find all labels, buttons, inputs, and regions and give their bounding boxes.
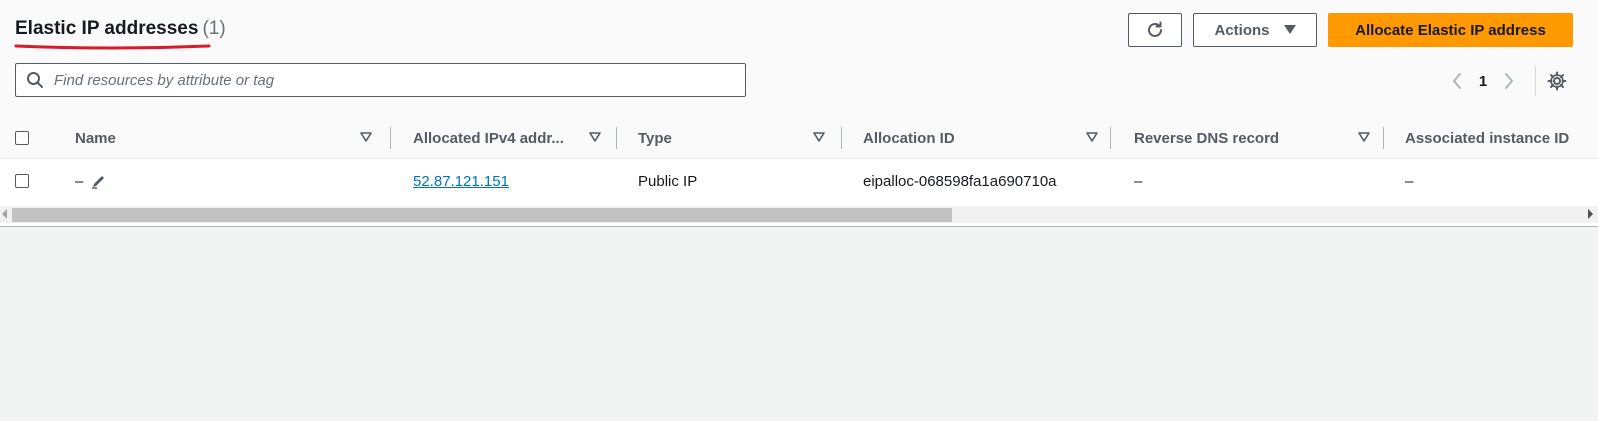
previous-page-button[interactable] [1445,69,1469,93]
refresh-button[interactable] [1128,13,1182,47]
item-count: (1) [202,18,226,39]
sort-icon [1358,132,1370,142]
column-label: Allocated IPv4 addr... [413,129,564,147]
sort-icon [813,132,825,142]
search-box[interactable] [15,63,746,97]
column-header-name[interactable]: Name [75,118,395,158]
panel-header: Elastic IP addresses (1) Actions Allocate… [0,0,1598,119]
annotation-underline [14,44,211,50]
allocate-elastic-ip-button[interactable]: Allocate Elastic IP address [1328,13,1573,47]
cell-associated-instance: – [1405,172,1414,190]
current-page[interactable]: 1 [1469,73,1497,90]
column-header-reverse-dns[interactable]: Reverse DNS record [1134,118,1384,158]
cell-reverse-dns: – [1134,172,1143,190]
refresh-icon [1148,21,1162,37]
column-label: Allocation ID [863,129,955,147]
column-header-associated-instance[interactable]: Associated instance ID [1405,118,1595,158]
cell-allocation-id: eipalloc-068598fa1a690710a [863,172,1057,190]
select-all-checkbox[interactable] [15,131,29,145]
column-header-ipv4[interactable]: Allocated IPv4 addr... [413,118,623,158]
ipv4-address-link[interactable]: 52.87.121.151 [413,173,509,190]
page-title: Elastic IP addresses (1) [15,18,226,40]
cell-type: Public IP [638,172,698,190]
actions-label: Actions [1214,21,1270,39]
column-divider [1110,127,1111,149]
next-page-button[interactable] [1497,69,1521,93]
cell-ipv4[interactable]: 52.87.121.151 [413,159,509,203]
pager-divider [1535,66,1536,96]
preferences-button[interactable] [1545,69,1569,93]
row-select-checkbox[interactable] [15,174,29,188]
scroll-left-arrow-icon[interactable] [2,209,7,219]
allocate-label: Allocate Elastic IP address [1355,21,1546,39]
column-label: Reverse DNS record [1134,129,1280,147]
scrollbar-thumb[interactable] [12,208,952,222]
page-title-text: Elastic IP addresses [15,18,199,39]
elastic-ip-panel: Elastic IP addresses (1) Actions Allocate… [0,0,1598,227]
column-label: Name [75,129,116,147]
scroll-right-arrow-icon[interactable] [1588,209,1593,219]
sort-icon [589,132,601,142]
column-divider [1383,127,1384,149]
actions-dropdown-button[interactable]: Actions [1193,13,1317,47]
column-divider [390,127,391,149]
caret-down-icon [1283,25,1296,34]
column-divider [616,127,617,149]
sort-icon [1086,132,1098,142]
column-header-allocation-id[interactable]: Allocation ID [863,118,1113,158]
chevron-right-icon [1505,73,1513,89]
sort-icon [360,132,372,142]
pagination: 1 [1445,66,1536,96]
table-header-row: Name Allocated IPv4 addr... Type Allocat… [0,118,1598,159]
search-icon [27,72,43,88]
search-input[interactable] [52,70,716,90]
horizontal-scrollbar[interactable] [0,206,1598,223]
table-row[interactable]: – 52.87.121.151 Public IP eipalloc-06859… [0,159,1598,203]
name-value: – [75,172,84,190]
cell-name: – [75,159,107,203]
column-header-type[interactable]: Type [638,118,848,158]
gear-icon [1547,71,1567,91]
column-label: Type [638,129,672,147]
column-label: Associated instance ID [1405,129,1570,147]
edit-pencil-icon[interactable] [91,173,107,189]
column-divider [841,127,842,149]
chevron-left-icon [1453,73,1461,89]
